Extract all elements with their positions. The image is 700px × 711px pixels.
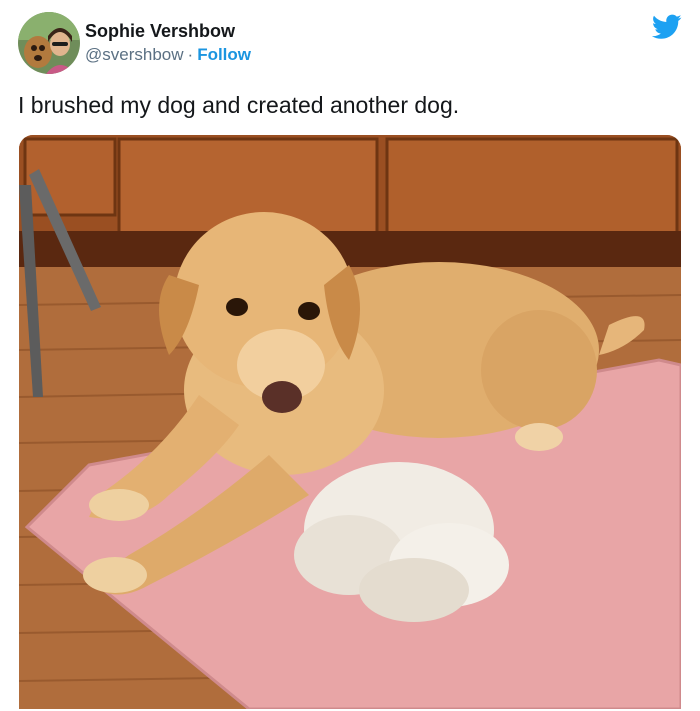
author-avatar[interactable] — [18, 12, 80, 74]
follow-link[interactable]: Follow — [197, 45, 251, 64]
author-handle-row: @svershbow · Follow — [85, 44, 251, 66]
tweet-header: Sophie Vershbow @svershbow · Follow — [18, 12, 682, 74]
separator-dot: · — [187, 45, 194, 64]
tweet-text: I brushed my dog and created another dog… — [18, 92, 460, 118]
author-info: Sophie Vershbow @svershbow · Follow — [85, 20, 251, 66]
avatar-image — [18, 12, 80, 74]
dog-photo — [19, 135, 681, 709]
author-display-name[interactable]: Sophie Vershbow — [85, 20, 251, 42]
tweet-card: Sophie Vershbow @svershbow · Follow I brus… — [0, 0, 700, 711]
author-handle[interactable]: @svershbow — [85, 45, 184, 64]
tweet-photo[interactable] — [19, 135, 681, 709]
twitter-bird-icon[interactable] — [652, 14, 682, 40]
